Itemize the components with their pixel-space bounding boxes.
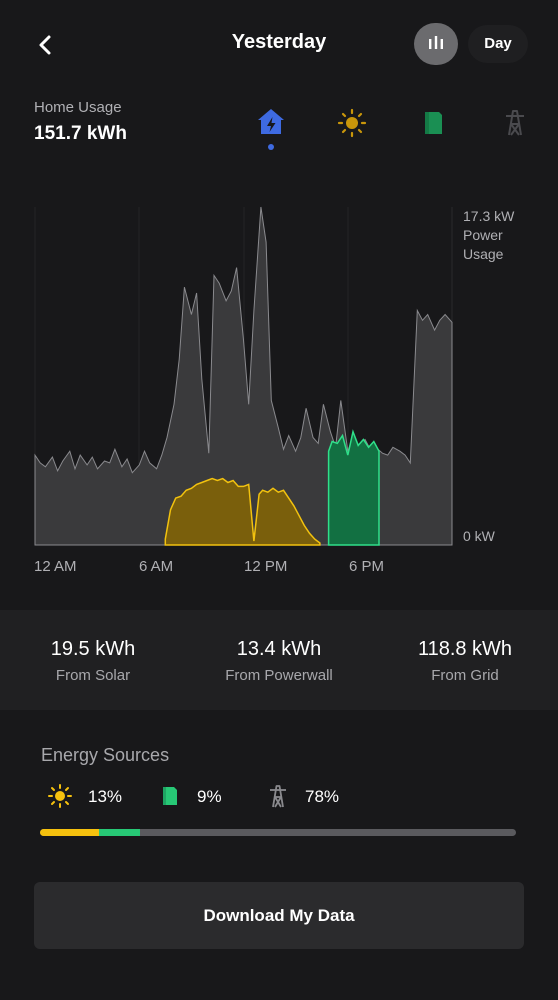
x-tick-label: 6 AM: [139, 558, 173, 575]
y-unit-label-power: Power: [463, 227, 503, 243]
powerwall-area: [327, 429, 380, 546]
x-tick-label: 12 AM: [34, 558, 77, 575]
total-powerwall: 13.4 kWh From Powerwall: [186, 638, 372, 684]
chart-view-toggle-button[interactable]: [414, 23, 458, 65]
source-home-tab[interactable]: [253, 104, 289, 140]
powerwall-icon: [425, 112, 442, 134]
chevron-left-icon: [39, 35, 51, 55]
x-tick-label: 12 PM: [244, 558, 287, 575]
selected-indicator-dot: [268, 144, 274, 150]
energy-totals-panel: 19.5 kWh From Solar 13.4 kWh From Powerw…: [0, 610, 558, 710]
solar-share-bar: [40, 829, 99, 836]
total-solar-label: From Solar: [55, 667, 131, 684]
home-usage-value: 151.7 kWh: [34, 123, 127, 144]
total-solar: 19.5 kWh From Solar: [0, 638, 186, 684]
grid-percent: 78%: [305, 787, 340, 806]
energy-sources-bar: [40, 829, 516, 836]
total-powerwall-value: 13.4 kWh: [236, 638, 322, 660]
sun-icon: [337, 108, 367, 138]
grid-tower-icon: [264, 782, 292, 810]
bar-chart-icon: [429, 36, 443, 49]
home-bolt-icon: [258, 109, 284, 134]
powerwall-share-bar: [99, 829, 140, 836]
solar-percent: 13%: [88, 787, 123, 806]
total-solar-value: 19.5 kWh: [50, 638, 136, 660]
powerwall-percent: 9%: [197, 787, 222, 806]
powerwall-icon: [156, 782, 184, 810]
sun-icon: [46, 782, 74, 810]
source-powerwall-tab[interactable]: [415, 104, 451, 140]
y-max-label: 17.3 kW: [463, 208, 515, 224]
energy-sources-title: Energy Sources: [41, 745, 170, 765]
home-usage-label: Home Usage: [34, 99, 122, 116]
total-grid: 118.8 kWh From Grid: [372, 638, 558, 684]
grid-tower-icon: [506, 110, 524, 136]
y-min-label: 0 kW: [463, 528, 496, 544]
total-grid-label: From Grid: [431, 667, 499, 684]
x-tick-label: 6 PM: [349, 558, 384, 575]
power-usage-chart: 17.3 kW Power Usage 0 kW 12 AM 6 AM 12 P…: [34, 206, 515, 575]
period-selector-button[interactable]: Day: [468, 25, 528, 63]
back-button[interactable]: [34, 30, 60, 60]
source-grid-tab[interactable]: [497, 104, 533, 140]
total-grid-value: 118.8 kWh: [417, 638, 513, 660]
source-solar-tab[interactable]: [334, 104, 370, 140]
total-powerwall-label: From Powerwall: [225, 667, 333, 684]
y-unit-label-usage: Usage: [463, 246, 504, 262]
download-data-button[interactable]: Download My Data: [34, 882, 524, 949]
